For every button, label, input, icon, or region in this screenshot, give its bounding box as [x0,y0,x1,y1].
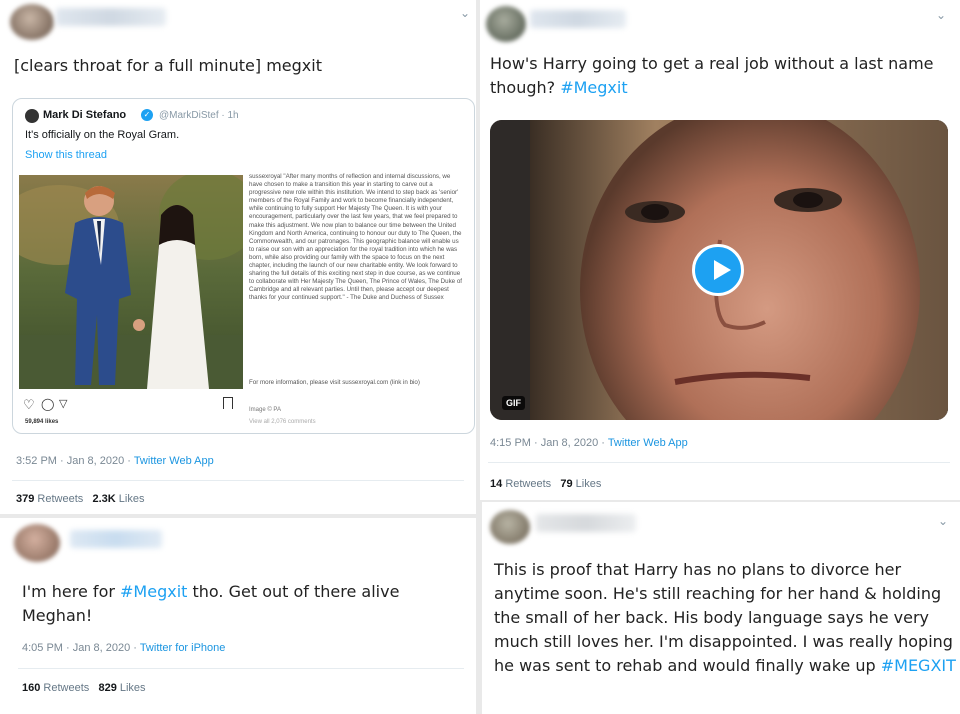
timestamp-text[interactable]: 3:52 PM · Jan 8, 2020 · [16,455,134,467]
show-thread-link[interactable]: Show this thread [25,149,107,161]
gif-media[interactable]: GIF [490,120,948,420]
comment-icon[interactable]: ◯ [41,397,54,411]
embed-author-name[interactable]: Mark Di Stefano [43,109,126,121]
avatar[interactable] [14,524,60,562]
tweet-source-link[interactable]: Twitter Web App [134,455,214,467]
tweet-text-body: How's Harry going to get a real job with… [490,54,934,97]
chevron-down-icon[interactable]: ⌄ [458,6,472,20]
retweets-label[interactable]: Retweets [37,493,83,505]
retweet-count[interactable]: 14 [490,478,502,490]
divider [18,668,464,669]
tweet-text: This is proof that Harry has no plans to… [494,558,956,678]
avatar[interactable] [486,6,526,42]
divider [488,462,950,463]
embed-text: It's officially on the Royal Gram. [25,129,180,141]
gif-badge: GIF [502,396,525,410]
instagram-likes-count: 59,894 likes [25,419,59,425]
tweet-text-body: I'm here for [22,582,121,601]
timestamp-text[interactable]: 4:05 PM · Jan 8, 2020 · [22,642,140,654]
verified-badge-icon: ✓ [141,109,153,121]
tweet-card-1: ⌄ [clears throat for a full minute] megx… [0,0,476,514]
like-count[interactable]: 79 [560,478,572,490]
tweet-source-link[interactable]: Twitter Web App [608,437,688,449]
avatar[interactable] [10,4,54,40]
tweet-stats: 14 Retweets 79 Likes [490,478,601,490]
retweet-count[interactable]: 379 [16,493,34,505]
royal-couple-photo[interactable] [19,175,243,389]
chevron-down-icon[interactable]: ⌄ [936,514,950,528]
tweet-card-4: ⌄ This is proof that Harry has no plans … [482,502,960,714]
likes-label[interactable]: Likes [576,478,602,490]
tweet-timestamp: 3:52 PM · Jan 8, 2020 · Twitter Web App [16,455,214,467]
view-comments-link[interactable]: View all 2,076 comments [249,419,316,425]
tweet-text: I'm here for #Megxit tho. Get out of the… [22,580,462,628]
hashtag-link[interactable]: #Megxit [560,78,627,97]
retweets-label[interactable]: Retweets [43,682,89,694]
play-icon[interactable] [692,244,744,296]
tweet-stats: 160 Retweets 829 Likes [22,682,146,694]
like-count[interactable]: 2.3K [92,493,115,505]
bookmark-icon[interactable] [223,397,233,409]
image-credit: Image © PA [249,407,281,413]
instagram-caption: sussexroyal "After many months of reflec… [249,173,462,302]
share-icon[interactable]: ▽ [59,397,67,410]
hashtag-link[interactable]: #Megxit [120,582,187,601]
likes-label[interactable]: Likes [119,493,145,505]
verified-author-avatar [25,109,39,123]
tweet-card-3: I'm here for #Megxit tho. Get out of the… [0,518,476,714]
likes-label[interactable]: Likes [120,682,146,694]
tweet-card-2: ⌄ How's Harry going to get a real job wi… [480,0,960,500]
chevron-down-icon[interactable]: ⌄ [934,8,948,22]
photo-illustration [19,175,243,389]
timestamp-text[interactable]: 4:15 PM · Jan 8, 2020 · [490,437,608,449]
embedded-tweet[interactable]: Mark Di Stefano ✓ @MarkDiStef · 1h It's … [12,98,475,434]
tweet-timestamp: 4:15 PM · Jan 8, 2020 · Twitter Web App [490,437,688,449]
like-count[interactable]: 829 [98,682,116,694]
user-name-blurred[interactable] [56,8,166,26]
tweet-timestamp: 4:05 PM · Jan 8, 2020 · Twitter for iPho… [22,642,225,654]
hashtag-link[interactable]: #MEGXIT [881,656,956,675]
retweets-label[interactable]: Retweets [505,478,551,490]
tweet-text: How's Harry going to get a real job with… [490,52,952,100]
more-info-text: For more information, please visit susse… [249,379,420,386]
tweet-text: [clears throat for a full minute] megxit [14,56,322,75]
tweet-source-link[interactable]: Twitter for iPhone [140,642,226,654]
heart-icon[interactable]: ♡ [23,397,35,413]
retweet-count[interactable]: 160 [22,682,40,694]
embed-author-handle[interactable]: @MarkDiStef · 1h [159,110,239,121]
divider [12,480,464,481]
tweet-stats: 379 Retweets 2.3K Likes [16,493,144,505]
user-name-blurred[interactable] [70,530,162,548]
user-name-blurred[interactable] [530,10,626,28]
user-name-blurred[interactable] [536,514,636,532]
avatar[interactable] [490,510,530,544]
